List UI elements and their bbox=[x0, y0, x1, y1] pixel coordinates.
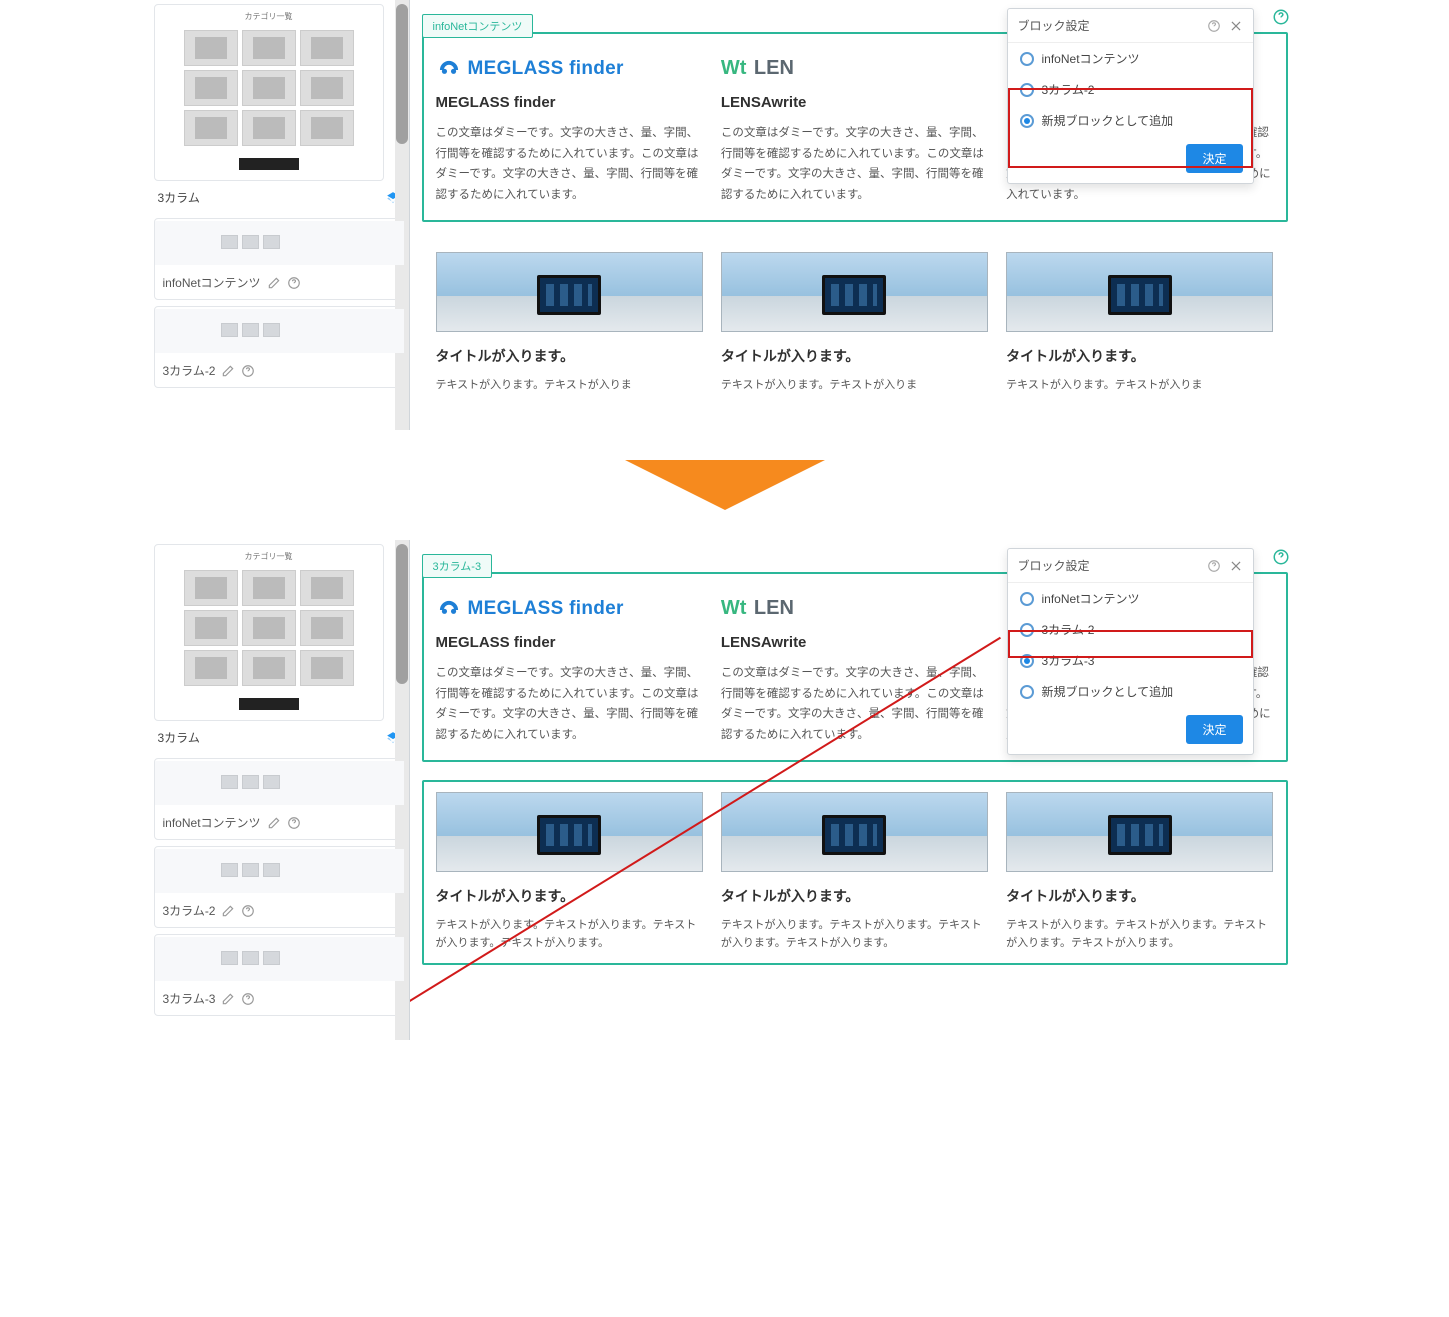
custom-block-card[interactable]: Custom Block3カラム-2 bbox=[154, 846, 405, 928]
option-label: 3カラム-2 bbox=[1042, 81, 1095, 98]
selected-block-row2[interactable]: タイトルが入ります。テキストが入ります。テキストが入ります。テキストが入ります。… bbox=[422, 780, 1288, 965]
scrollbar-thumb[interactable] bbox=[396, 4, 408, 144]
card-name: 3カラム-2 bbox=[163, 362, 216, 379]
category-row: 3カラム bbox=[154, 727, 405, 752]
help-icon[interactable] bbox=[287, 816, 301, 830]
col1-body: この文章はダミーです。文字の大きさ、量、字間、行間等を確認するために入れています… bbox=[436, 123, 703, 206]
column-2: Wt LEN LENSAwrite この文章はダミーです。文字の大きさ、量、字間… bbox=[721, 54, 988, 206]
row2-title: タイトルが入ります。 bbox=[436, 346, 703, 366]
category-row: 3カラム bbox=[154, 187, 405, 212]
radio-icon bbox=[1020, 592, 1034, 606]
popup-option[interactable]: 新規ブロックとして追加 bbox=[1008, 676, 1253, 707]
pencil-icon[interactable] bbox=[221, 992, 235, 1006]
block-tag[interactable]: 3カラム-3 bbox=[422, 554, 493, 578]
help-icon[interactable] bbox=[1272, 8, 1290, 26]
popup-option[interactable]: 3カラム-3 bbox=[1008, 645, 1253, 676]
decide-button[interactable]: 決定 bbox=[1186, 144, 1242, 173]
radio-icon bbox=[1020, 114, 1034, 128]
help-icon[interactable] bbox=[1207, 559, 1221, 573]
help-icon[interactable] bbox=[1272, 548, 1290, 566]
popup-title: ブロック設定 bbox=[1018, 17, 1090, 34]
radio-icon bbox=[1020, 685, 1034, 699]
help-icon[interactable] bbox=[241, 992, 255, 1006]
col2-title: LENSAwrite bbox=[721, 94, 988, 111]
close-icon[interactable] bbox=[1229, 559, 1243, 573]
option-label: infoNetコンテンツ bbox=[1042, 590, 1140, 607]
custom-block-card[interactable]: Custom BlockinfoNetコンテンツ bbox=[154, 758, 405, 840]
col-image bbox=[721, 792, 988, 872]
radio-icon bbox=[1020, 52, 1034, 66]
canvas: 3カラム-3 定 ブロック設定 MEGLASS finderMEGLASS fi… bbox=[410, 540, 1300, 1040]
custom-block-card[interactable]: Custom Block3カラム-2 bbox=[154, 306, 405, 388]
block-tag[interactable]: infoNetコンテンツ bbox=[422, 14, 534, 38]
block-row2: タイトルが入ります。テキストが入ります。テキストが入りま タイトルが入ります。テ… bbox=[422, 240, 1288, 407]
popup-title: ブロック設定 bbox=[1018, 557, 1090, 574]
col-image bbox=[436, 792, 703, 872]
col-image bbox=[1006, 792, 1273, 872]
card-name: 3カラム-3 bbox=[163, 990, 216, 1007]
sidebar: カテゴリ一覧 3カラム Custom BlockinfoNetコンテンツCust… bbox=[150, 540, 410, 1040]
help-icon[interactable] bbox=[287, 276, 301, 290]
popup-option[interactable]: infoNetコンテンツ bbox=[1008, 43, 1253, 74]
card-name: infoNetコンテンツ bbox=[163, 274, 261, 291]
meglass-logo-icon bbox=[436, 57, 462, 77]
col-image bbox=[436, 252, 703, 332]
scrollbar-rail bbox=[395, 0, 409, 430]
scrollbar-thumb[interactable] bbox=[396, 544, 408, 684]
meglass-logo-icon bbox=[436, 597, 462, 617]
pencil-icon[interactable] bbox=[221, 904, 235, 918]
pencil-icon[interactable] bbox=[267, 276, 281, 290]
custom-block-card[interactable]: Custom BlockinfoNetコンテンツ bbox=[154, 218, 405, 300]
column-1: MEGLASS finder MEGLASS finder この文章はダミーです… bbox=[436, 54, 703, 206]
preset-3column-grid[interactable]: カテゴリ一覧 bbox=[154, 4, 384, 181]
preset-3column-grid[interactable]: カテゴリ一覧 bbox=[154, 544, 384, 721]
sidebar: カテゴリ一覧 3カラム Custom BlockinfoNetコンテンツCust… bbox=[150, 0, 410, 430]
col-image bbox=[1006, 252, 1273, 332]
col-image bbox=[721, 252, 988, 332]
pencil-icon[interactable] bbox=[267, 816, 281, 830]
help-icon[interactable] bbox=[1207, 19, 1221, 33]
help-icon[interactable] bbox=[241, 904, 255, 918]
option-label: 新規ブロックとして追加 bbox=[1042, 683, 1174, 700]
popup-option[interactable]: infoNetコンテンツ bbox=[1008, 583, 1253, 614]
option-label: 新規ブロックとして追加 bbox=[1042, 112, 1174, 129]
canvas: infoNetコンテンツ 定 ブロック設定 MEGLASS finder MEG… bbox=[410, 0, 1300, 430]
preset-heading: カテゴリ一覧 bbox=[159, 9, 379, 24]
custom-block-card[interactable]: Custom Block3カラム-3 bbox=[154, 934, 405, 1016]
help-icon[interactable] bbox=[241, 364, 255, 378]
row2-body: テキストが入ります。テキストが入りま bbox=[436, 376, 703, 395]
option-label: infoNetコンテンツ bbox=[1042, 50, 1140, 67]
block-settings-popup: ブロック設定 infoNetコンテンツ 3カラム-2 3カラム-3 新規ブロックとして… bbox=[1007, 548, 1254, 755]
category-label: 3カラム bbox=[158, 189, 200, 206]
popup-option[interactable]: 新規ブロックとして追加 bbox=[1008, 105, 1253, 136]
transition-arrow bbox=[150, 430, 1300, 540]
option-label: 3カラム-2 bbox=[1042, 621, 1095, 638]
radio-icon bbox=[1020, 83, 1034, 97]
block-settings-popup: ブロック設定 infoNetコンテンツ 3カラム-2 新規ブロックとして追加 決定 bbox=[1007, 8, 1254, 184]
close-icon[interactable] bbox=[1229, 19, 1243, 33]
pencil-icon[interactable] bbox=[221, 364, 235, 378]
decide-button[interactable]: 決定 bbox=[1186, 715, 1242, 744]
radio-icon bbox=[1020, 654, 1034, 668]
radio-icon bbox=[1020, 623, 1034, 637]
col2-body: この文章はダミーです。文字の大きさ、量、字間、行間等を確認するために入れています… bbox=[721, 123, 988, 206]
popup-option[interactable]: 3カラム-2 bbox=[1008, 74, 1253, 105]
card-name: infoNetコンテンツ bbox=[163, 814, 261, 831]
option-label: 3カラム-3 bbox=[1042, 652, 1095, 669]
popup-option[interactable]: 3カラム-2 bbox=[1008, 614, 1253, 645]
col1-title: MEGLASS finder bbox=[436, 94, 703, 111]
card-name: 3カラム-2 bbox=[163, 902, 216, 919]
